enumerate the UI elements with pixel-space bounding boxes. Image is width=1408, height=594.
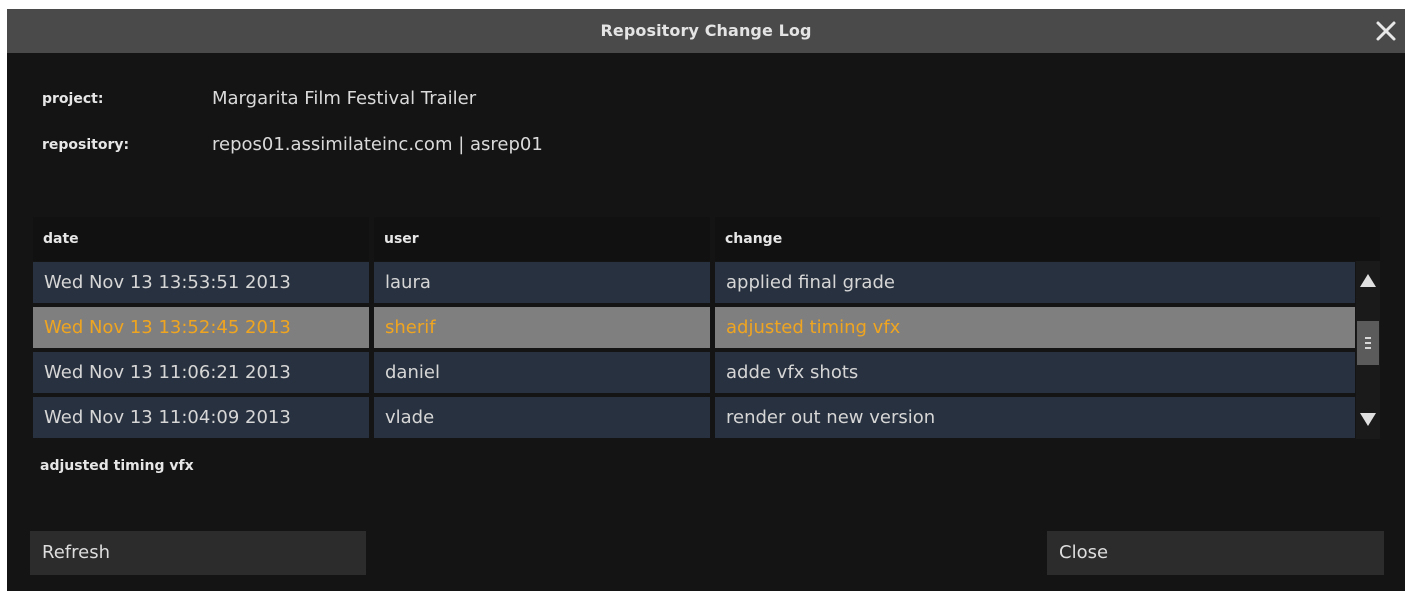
grip-line: [1365, 347, 1371, 349]
repository-value: repos01.assimilateinc.com | asrep01: [212, 134, 543, 155]
cell-date: Wed Nov 13 11:04:09 2013: [33, 397, 369, 438]
cell-date: Wed Nov 13 11:06:21 2013: [33, 352, 369, 393]
close-button[interactable]: Close: [1047, 531, 1384, 575]
refresh-button[interactable]: Refresh: [30, 531, 366, 575]
selected-change-description: adjusted timing vfx: [40, 458, 194, 474]
cell-user: daniel: [374, 352, 710, 393]
repository-label: repository:: [42, 137, 130, 153]
cell-user: sherif: [374, 307, 710, 348]
cell-date: Wed Nov 13 13:52:45 2013: [33, 307, 369, 348]
project-value: Margarita Film Festival Trailer: [212, 88, 477, 109]
dialog-title: Repository Change Log: [600, 21, 812, 40]
grip-line: [1365, 337, 1371, 339]
scroll-down-arrow-icon[interactable]: [1356, 405, 1380, 435]
change-log-dialog: Repository Change Log project: Margarita…: [7, 9, 1405, 591]
column-header-date[interactable]: date: [33, 217, 369, 261]
cell-change: adde vfx shots: [715, 352, 1355, 393]
column-header-user[interactable]: user: [374, 217, 710, 261]
cell-change: render out new version: [715, 397, 1355, 438]
cell-user: vlade: [374, 397, 710, 438]
change-log-table: date user change Wed Nov 13 13:53:51 201…: [33, 217, 1380, 439]
close-x-icon[interactable]: [1373, 18, 1399, 44]
cell-user: laura: [374, 262, 710, 303]
column-header-change[interactable]: change: [715, 217, 1380, 261]
vertical-scrollbar[interactable]: [1356, 261, 1380, 439]
title-bar: Repository Change Log: [7, 9, 1405, 53]
project-label: project:: [42, 91, 104, 107]
cell-change: applied final grade: [715, 262, 1355, 303]
cell-date: Wed Nov 13 13:53:51 2013: [33, 262, 369, 303]
cell-change: adjusted timing vfx: [715, 307, 1355, 348]
scroll-up-arrow-icon[interactable]: [1356, 265, 1380, 295]
grip-line: [1365, 342, 1371, 344]
scrollbar-thumb[interactable]: [1357, 321, 1379, 365]
